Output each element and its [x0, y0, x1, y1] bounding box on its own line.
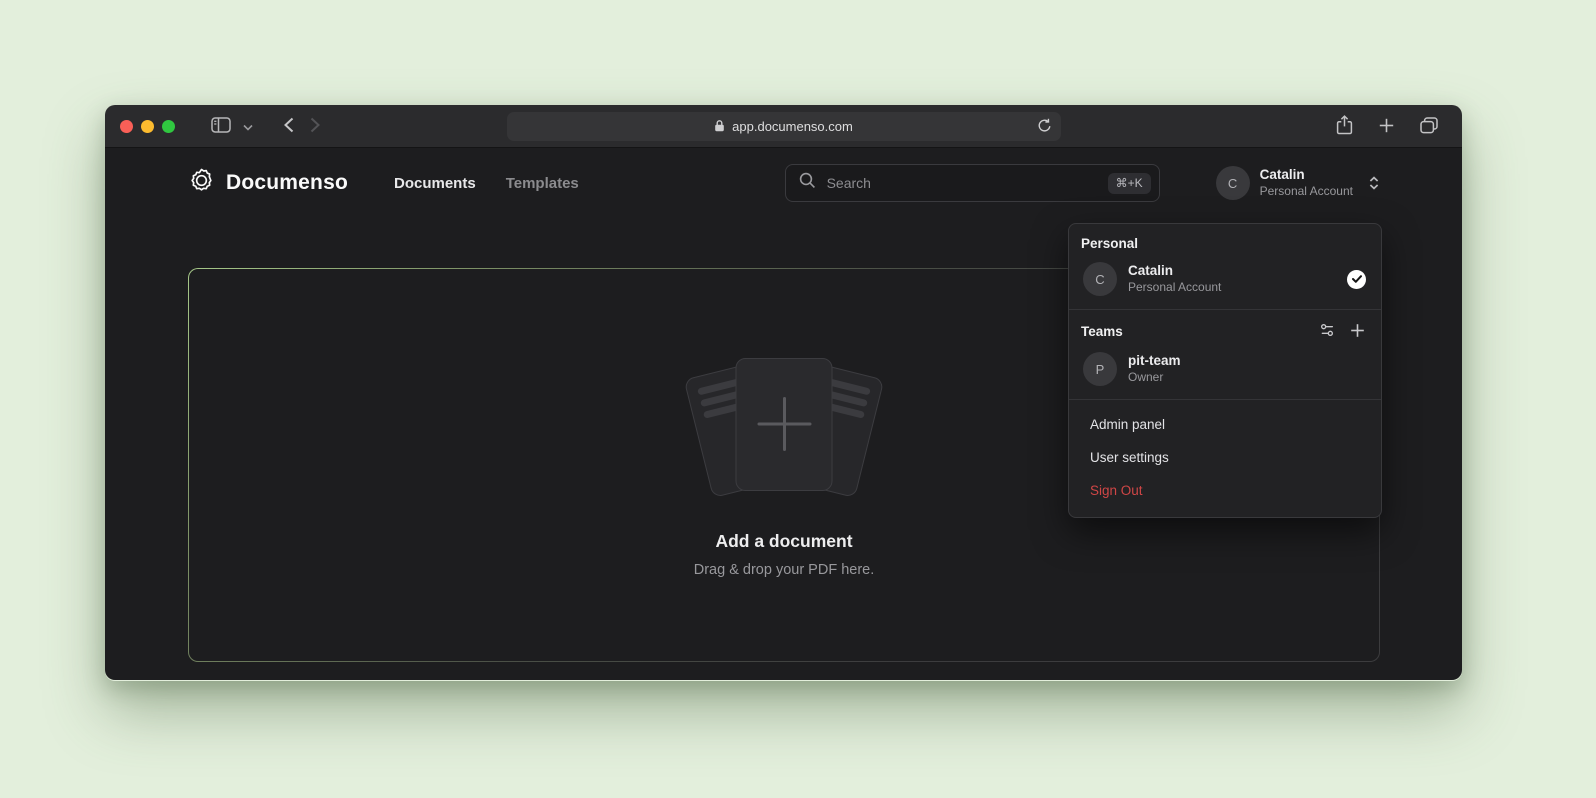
document-card-center: [736, 358, 833, 491]
add-plus-icon: [757, 397, 811, 451]
team-info: pit-team Owner: [1128, 352, 1181, 385]
back-arrow-icon: [284, 117, 294, 136]
create-team-button[interactable]: [1350, 323, 1365, 341]
web-content: Documenso Documents Templates ⌘+K C Cata…: [105, 148, 1462, 680]
app-header: Documenso Documents Templates ⌘+K C Cata…: [105, 148, 1462, 218]
account-info: Catalin Personal Account: [1260, 167, 1353, 199]
traffic-lights: [120, 120, 175, 133]
tab-overview-button[interactable]: [1412, 113, 1446, 141]
toolbar-actions: [1328, 105, 1446, 148]
plus-icon: [1379, 118, 1394, 136]
personal-account-info: Catalin Personal Account: [1128, 262, 1221, 295]
new-tab-button[interactable]: [1371, 113, 1402, 141]
search-shortcut-badge: ⌘+K: [1108, 173, 1151, 194]
account-menu-trigger[interactable]: C Catalin Personal Account: [1216, 166, 1380, 200]
browser-window: app.documenso.com: [105, 105, 1462, 681]
document-cards-illustration: [669, 353, 899, 505]
share-button[interactable]: [1328, 113, 1361, 141]
team-role: Owner: [1128, 370, 1181, 386]
brand-logo[interactable]: Documenso: [188, 167, 348, 200]
menu-item-personal-account[interactable]: C Catalin Personal Account: [1069, 256, 1381, 309]
sidebar-menu-button[interactable]: [239, 112, 257, 140]
personal-avatar: C: [1083, 262, 1117, 296]
sliders-icon: [1319, 322, 1335, 341]
lock-icon: [714, 119, 725, 135]
minimize-window-button[interactable]: [141, 120, 154, 133]
teams-actions: [1319, 322, 1365, 341]
toolbar-navigation: [203, 112, 328, 140]
menu-item-admin-panel[interactable]: Admin panel: [1069, 408, 1381, 441]
account-type: Personal Account: [1260, 184, 1353, 199]
selector-chevrons-icon: [1368, 175, 1380, 191]
chevron-down-icon: [243, 119, 253, 134]
browser-toolbar: app.documenso.com: [105, 105, 1462, 148]
account-dropdown-menu: Personal C Catalin Personal Account Team…: [1068, 223, 1382, 518]
nav-documents[interactable]: Documents: [394, 175, 476, 192]
toolbar-divider: [265, 117, 266, 135]
nav-templates[interactable]: Templates: [506, 175, 579, 192]
selected-check-icon: [1347, 270, 1366, 289]
menu-item-sign-out[interactable]: Sign Out: [1069, 474, 1381, 507]
sidebar-toggle-button[interactable]: [203, 112, 239, 140]
team-plus-icon: [1350, 323, 1365, 341]
personal-account-name: Catalin: [1128, 262, 1221, 280]
personal-section-label: Personal: [1069, 224, 1381, 256]
team-name: pit-team: [1128, 352, 1181, 370]
main-nav: Documents Templates: [394, 175, 579, 192]
brand-name: Documenso: [226, 171, 348, 195]
menu-actions: Admin panel User settings Sign Out: [1069, 400, 1381, 517]
reload-button[interactable]: [1034, 112, 1055, 141]
teams-section-header: Teams: [1069, 310, 1381, 346]
address-bar-url: app.documenso.com: [732, 119, 853, 134]
forward-arrow-icon: [310, 117, 320, 136]
forward-button[interactable]: [302, 112, 328, 140]
dropzone-title: Add a document: [715, 531, 852, 552]
documenso-seal-icon: [188, 167, 215, 200]
back-button[interactable]: [276, 112, 302, 140]
menu-item-team[interactable]: P pit-team Owner: [1069, 346, 1381, 399]
team-avatar: P: [1083, 352, 1117, 386]
share-icon: [1336, 115, 1353, 138]
teams-section-label: Teams: [1081, 324, 1123, 339]
reload-icon: [1038, 118, 1051, 136]
user-avatar: C: [1216, 166, 1250, 200]
address-bar[interactable]: app.documenso.com: [507, 112, 1061, 141]
account-name: Catalin: [1260, 167, 1353, 184]
dropzone-subtitle: Drag & drop your PDF here.: [694, 562, 875, 578]
close-window-button[interactable]: [120, 120, 133, 133]
search-bar[interactable]: ⌘+K: [785, 164, 1160, 202]
search-input[interactable]: [825, 174, 1099, 192]
personal-account-subtitle: Personal Account: [1128, 280, 1221, 296]
tabs-icon: [1420, 117, 1438, 137]
zoom-window-button[interactable]: [162, 120, 175, 133]
menu-item-user-settings[interactable]: User settings: [1069, 441, 1381, 474]
manage-teams-button[interactable]: [1319, 322, 1335, 341]
search-icon: [799, 172, 816, 194]
sidebar-icon: [211, 117, 231, 136]
